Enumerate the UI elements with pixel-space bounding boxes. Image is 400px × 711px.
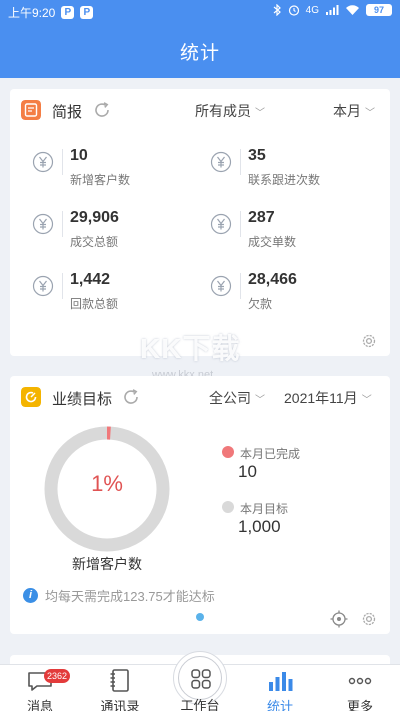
progress-metric-label: 新增客户数 <box>72 556 142 572</box>
tab-label: 消息 <box>26 699 53 711</box>
completed-legend-dot <box>222 446 234 458</box>
stat-deal-count[interactable]: 287 成交单数 <box>210 209 380 259</box>
divider <box>240 273 241 299</box>
contacts-icon <box>110 669 129 692</box>
completed-label: 本月已完成 <box>240 447 301 461</box>
tab-messages[interactable]: 2362 消息 <box>0 665 80 711</box>
tab-workbench[interactable] <box>178 656 222 700</box>
yen-coin-icon <box>210 151 232 173</box>
divider <box>62 149 63 175</box>
refresh-icon[interactable] <box>91 99 113 121</box>
report-icon <box>21 100 41 120</box>
more-icon <box>348 677 372 685</box>
tab-stats[interactable]: 统计 <box>240 665 320 711</box>
stat-value: 1,442 <box>70 271 111 288</box>
bluetooth-icon <box>273 4 281 16</box>
stat-value: 287 <box>248 209 275 226</box>
target-legend-dot <box>222 501 234 513</box>
network-type: 4G <box>305 4 319 16</box>
scope-filter-dropdown[interactable]: 全公司 ﹀ <box>209 388 265 408</box>
target-value: 1,000 <box>238 517 281 536</box>
stat-label: 联系跟进次数 <box>248 173 321 187</box>
month-filter-dropdown[interactable]: 2021年11月 ﹀ <box>284 388 372 408</box>
stat-label: 欠款 <box>248 297 273 311</box>
refresh-icon[interactable] <box>120 386 142 408</box>
goal-title: 业绩目标 <box>52 391 113 408</box>
yen-coin-icon <box>32 151 54 173</box>
completed-value: 10 <box>238 462 257 481</box>
brief-card-header: 简报 所有成员 ﹀ 本月 ﹀ <box>10 89 390 131</box>
target-label: 本月目标 <box>240 502 289 516</box>
stat-value: 10 <box>70 147 88 164</box>
tab-workbench-label: 工作台 <box>180 698 220 711</box>
yen-coin-icon <box>210 213 232 235</box>
workbench-icon <box>191 669 211 689</box>
alarm-icon <box>288 5 299 16</box>
divider <box>240 211 241 237</box>
stat-label: 成交总额 <box>70 235 119 249</box>
brief-card: 简报 所有成员 ﹀ 本月 ﹀ 10 新增客户数 35 联系跟进次数 29,906… <box>10 89 390 356</box>
divider <box>62 273 63 299</box>
chevron-down-icon: ﹀ <box>361 394 372 406</box>
locate-icon[interactable] <box>330 610 348 628</box>
unread-badge: 2362 <box>44 669 71 683</box>
tab-label: 更多 <box>346 699 373 711</box>
month-filter-label: 2021年11月 <box>284 390 358 406</box>
divider <box>240 149 241 175</box>
app-header: 上午9:20 P P 4G 97 统计 <box>0 0 400 78</box>
info-icon: i <box>23 588 38 603</box>
status-bar: 上午9:20 P P 4G 97 <box>0 0 400 22</box>
gear-icon[interactable] <box>360 610 378 628</box>
tip-text: 均每天需完成123.75才能达标 <box>45 589 215 604</box>
period-filter-label: 本月 <box>333 103 361 119</box>
chevron-down-icon: ﹀ <box>255 107 265 119</box>
stat-label: 成交单数 <box>248 235 297 249</box>
status-time: 上午9:20 <box>8 6 56 20</box>
chevron-down-icon: ﹀ <box>365 107 375 119</box>
wifi-icon <box>346 5 359 15</box>
member-filter-label: 所有成员 <box>195 103 251 119</box>
page-title: 统计 <box>179 43 220 64</box>
stat-value: 28,466 <box>248 271 297 288</box>
goal-card-header: 业绩目标 全公司 ﹀ 2021年11月 ﹀ <box>10 376 390 418</box>
yen-coin-icon <box>32 275 54 297</box>
stat-value: 29,906 <box>70 209 119 226</box>
yen-coin-icon <box>32 213 54 235</box>
page-indicator-dot <box>196 613 204 621</box>
stat-deal-total[interactable]: 29,906 成交总额 <box>32 209 202 259</box>
period-filter-dropdown[interactable]: 本月 ﹀ <box>333 101 375 121</box>
progress-percent: 1% <box>91 471 123 496</box>
stat-label: 回款总额 <box>70 297 119 311</box>
stat-payment-total[interactable]: 1,442 回款总额 <box>32 271 202 321</box>
signal-icon <box>326 5 339 15</box>
target-icon <box>21 387 41 407</box>
brief-title: 简报 <box>52 104 83 121</box>
yen-coin-icon <box>210 275 232 297</box>
chevron-down-icon: ﹀ <box>255 394 265 406</box>
stat-value: 35 <box>248 147 266 164</box>
member-filter-dropdown[interactable]: 所有成员 ﹀ <box>195 101 265 121</box>
goal-card: 业绩目标 全公司 ﹀ 2021年11月 ﹀ 1% 新增客户数 本月已完成 10 … <box>10 376 390 634</box>
divider <box>62 211 63 237</box>
battery-icon: 97 <box>366 4 392 16</box>
gear-icon[interactable] <box>360 332 378 350</box>
watermark-logo: KK下载 <box>140 333 241 364</box>
daily-target-tip: i 均每天需完成123.75才能达标 <box>23 586 215 605</box>
stat-followups[interactable]: 35 联系跟进次数 <box>210 147 380 197</box>
app-notification-icon: P <box>80 6 94 19</box>
stat-arrears[interactable]: 28,466 欠款 <box>210 271 380 321</box>
stats-icon <box>269 672 293 691</box>
stat-new-customers[interactable]: 10 新增客户数 <box>32 147 202 197</box>
stat-label: 新增客户数 <box>70 173 131 187</box>
tab-label: 统计 <box>266 699 293 711</box>
tab-contacts[interactable]: 通讯录 <box>80 665 160 711</box>
app-notification-icon: P <box>61 6 75 19</box>
scope-filter-label: 全公司 <box>209 390 251 406</box>
tab-label: 通讯录 <box>100 699 140 711</box>
tab-more[interactable]: 更多 <box>320 665 400 711</box>
